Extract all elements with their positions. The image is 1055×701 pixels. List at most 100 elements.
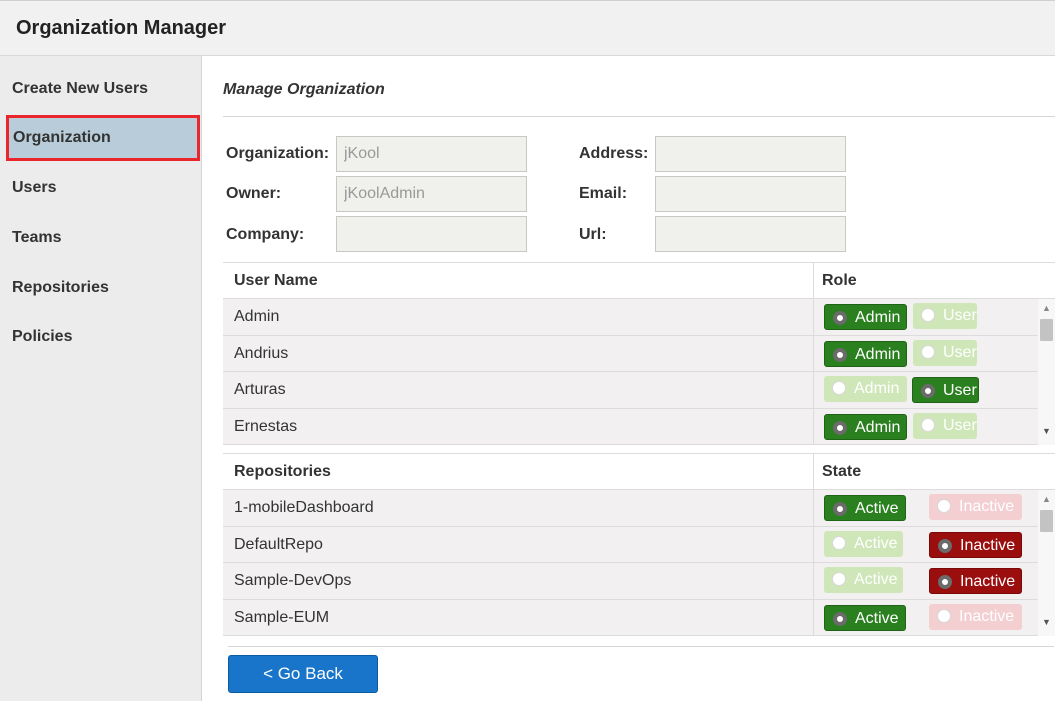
state-active-radio[interactable]: Active bbox=[824, 530, 903, 557]
column-divider bbox=[813, 490, 814, 526]
table-row: DefaultRepo Active Inactive bbox=[223, 526, 1055, 563]
email-label: Email: bbox=[579, 185, 628, 202]
role-user-radio[interactable]: User bbox=[912, 377, 979, 403]
state-active-radio[interactable]: Active bbox=[824, 604, 906, 631]
url-label: Url: bbox=[579, 226, 607, 243]
users-table: User Name Role Admin Admin User Andrius … bbox=[223, 262, 1055, 445]
radio-label: User bbox=[943, 416, 977, 434]
sidebar: Create New Users Organization Users Team… bbox=[0, 56, 202, 701]
scrollbar-thumb[interactable] bbox=[1040, 319, 1053, 341]
column-header-user-name[interactable]: User Name bbox=[234, 272, 318, 290]
radio-unselected-icon bbox=[921, 344, 935, 359]
role-user-radio[interactable]: User bbox=[913, 303, 977, 329]
divider bbox=[228, 646, 1054, 647]
sidebar-item-policies[interactable]: Policies bbox=[12, 328, 72, 346]
scroll-up-arrow-icon[interactable]: ▲ bbox=[1042, 303, 1051, 313]
organization-label: Organization: bbox=[226, 145, 330, 162]
column-header-repositories[interactable]: Repositories bbox=[234, 463, 331, 481]
sidebar-item-repositories[interactable]: Repositories bbox=[12, 279, 109, 297]
radio-label: Inactive bbox=[959, 607, 1015, 625]
radio-selected-icon bbox=[833, 420, 847, 435]
table-row: Arturas Admin User bbox=[223, 372, 1055, 409]
radio-label: Admin bbox=[855, 418, 901, 436]
column-header-state[interactable]: State bbox=[822, 463, 861, 481]
section-title: Manage Organization bbox=[223, 81, 385, 98]
sidebar-item-users[interactable]: Users bbox=[12, 179, 56, 197]
column-divider bbox=[813, 263, 814, 299]
table-row: Ernestas Admin User bbox=[223, 408, 1055, 445]
radio-label: Active bbox=[854, 534, 898, 552]
user-name-cell: Admin bbox=[234, 308, 280, 325]
column-divider bbox=[813, 563, 814, 599]
repository-name-cell: DefaultRepo bbox=[234, 535, 323, 553]
radio-unselected-icon bbox=[832, 572, 846, 586]
role-admin-radio[interactable]: Admin bbox=[824, 376, 907, 402]
radio-selected-icon bbox=[921, 384, 935, 398]
role-admin-radio[interactable]: Admin bbox=[824, 340, 907, 367]
radio-selected-icon bbox=[833, 347, 847, 362]
role-user-radio[interactable]: User bbox=[913, 339, 977, 366]
user-name-cell: Ernestas bbox=[234, 417, 298, 435]
column-divider bbox=[813, 454, 814, 490]
repository-name-cell: 1-mobileDashboard bbox=[234, 499, 374, 516]
user-name-cell: Arturas bbox=[234, 381, 286, 398]
table-row: Sample-DevOps Active Inactive bbox=[223, 563, 1055, 600]
url-field[interactable] bbox=[655, 216, 846, 252]
go-back-button[interactable]: < Go Back bbox=[228, 655, 378, 693]
scroll-down-arrow-icon[interactable]: ▼ bbox=[1042, 617, 1051, 627]
state-inactive-radio[interactable]: Inactive bbox=[929, 531, 1022, 558]
sidebar-item-teams[interactable]: Teams bbox=[12, 229, 62, 247]
radio-label: Active bbox=[854, 571, 898, 588]
state-active-radio[interactable]: Active bbox=[824, 567, 903, 593]
role-user-radio[interactable]: User bbox=[913, 412, 977, 439]
state-inactive-radio[interactable]: Inactive bbox=[929, 568, 1022, 594]
state-active-radio[interactable]: Active bbox=[824, 495, 906, 521]
radio-label: Active bbox=[855, 609, 899, 627]
radio-label: Inactive bbox=[960, 536, 1016, 554]
table-row: Sample-EUM Active Inactive bbox=[223, 599, 1055, 636]
email-field[interactable] bbox=[655, 176, 846, 212]
radio-selected-icon bbox=[938, 575, 952, 589]
address-field[interactable] bbox=[655, 136, 846, 172]
scroll-down-arrow-icon[interactable]: ▼ bbox=[1042, 426, 1051, 436]
radio-unselected-icon bbox=[937, 608, 951, 623]
main-panel: Manage Organization Organization: Owner:… bbox=[203, 56, 1055, 701]
divider bbox=[223, 116, 1055, 117]
radio-label: User bbox=[943, 307, 977, 324]
sidebar-item-organization[interactable]: Organization bbox=[6, 115, 200, 161]
radio-label: Inactive bbox=[960, 573, 1016, 590]
sidebar-item-create-new-users[interactable]: Create New Users bbox=[12, 80, 148, 98]
radio-label: Inactive bbox=[959, 498, 1015, 515]
scrollbar-thumb[interactable] bbox=[1040, 510, 1053, 532]
organization-field[interactable] bbox=[336, 136, 527, 172]
state-inactive-radio[interactable]: Inactive bbox=[929, 603, 1022, 630]
app-header: Organization Manager bbox=[0, 0, 1055, 56]
repository-name-cell: Sample-EUM bbox=[234, 608, 330, 626]
scroll-up-arrow-icon[interactable]: ▲ bbox=[1042, 494, 1051, 504]
owner-label: Owner: bbox=[226, 185, 282, 202]
role-admin-radio[interactable]: Admin bbox=[824, 413, 907, 440]
table-row: 1-mobileDashboard Active Inactive bbox=[223, 490, 1055, 527]
column-divider bbox=[813, 408, 814, 445]
repositories-table-body: 1-mobileDashboard Active Inactive Defaul… bbox=[223, 490, 1055, 636]
company-label: Company: bbox=[226, 226, 305, 243]
users-table-header: User Name Role bbox=[223, 263, 1055, 299]
radio-unselected-icon bbox=[921, 308, 935, 322]
column-header-role[interactable]: Role bbox=[822, 272, 857, 290]
radio-label: Admin bbox=[855, 345, 901, 363]
radio-selected-icon bbox=[833, 611, 847, 626]
radio-selected-icon bbox=[833, 311, 847, 325]
radio-unselected-icon bbox=[937, 499, 951, 513]
radio-label: User bbox=[943, 382, 977, 399]
users-table-scrollbar[interactable]: ▲ ▼ bbox=[1038, 299, 1055, 445]
repositories-table: Repositories State 1-mobileDashboard Act… bbox=[223, 453, 1055, 636]
owner-field[interactable] bbox=[336, 176, 527, 212]
role-admin-radio[interactable]: Admin bbox=[824, 304, 907, 330]
company-field[interactable] bbox=[336, 216, 527, 252]
table-row: Andrius Admin User bbox=[223, 335, 1055, 372]
radio-label: Admin bbox=[854, 380, 900, 397]
column-divider bbox=[813, 299, 814, 335]
address-label: Address: bbox=[579, 145, 649, 162]
repositories-table-scrollbar[interactable]: ▲ ▼ bbox=[1038, 490, 1055, 636]
state-inactive-radio[interactable]: Inactive bbox=[929, 494, 1022, 520]
